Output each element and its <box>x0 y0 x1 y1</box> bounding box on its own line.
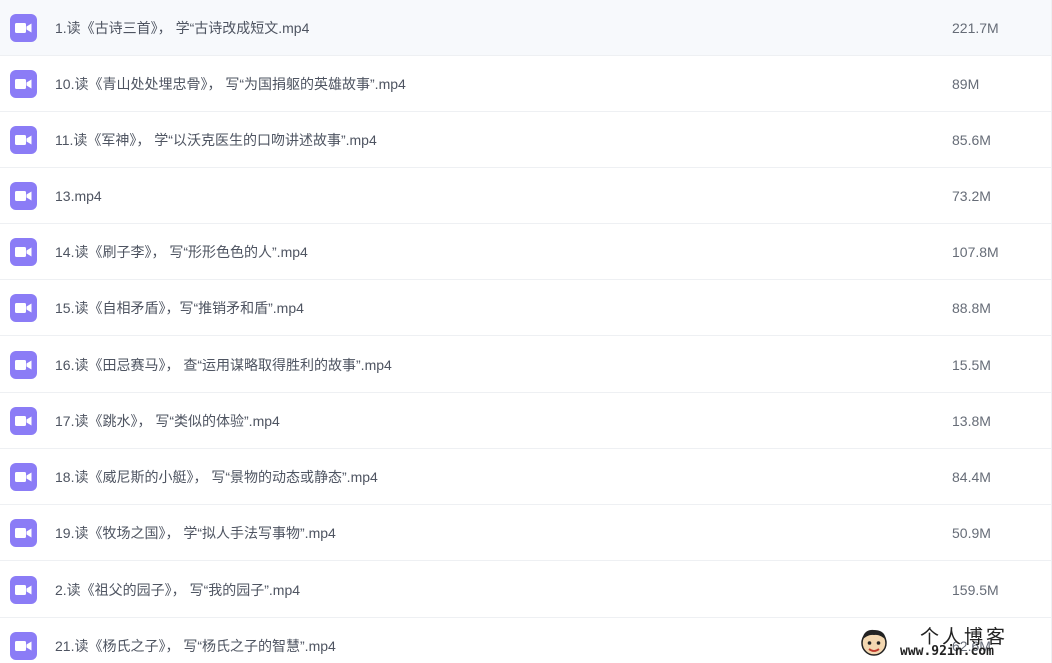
file-name[interactable]: 10.读《青山处处埋忠骨》， 写“为国捐躯的英雄故事”.mp4 <box>55 56 406 112</box>
file-size: 13.8M <box>952 413 991 429</box>
file-row[interactable]: 14.读《刷子李》， 写“形形色色的人”.mp4 107.8M <box>0 224 1051 280</box>
cartoon-face-icon <box>861 629 887 656</box>
file-row[interactable]: 18.读《威尼斯的小艇》， 写“景物的动态或静态”.mp4 84.4M <box>0 449 1051 505</box>
file-size: 84.4M <box>952 469 991 485</box>
file-size: 89M <box>952 76 980 92</box>
file-name[interactable]: 13.mp4 <box>55 168 102 224</box>
file-name[interactable]: 1.读《古诗三首》， 学“古诗改成短文.mp4 <box>55 0 309 56</box>
file-size: 88.8M <box>952 300 991 316</box>
video-file-icon <box>10 238 37 266</box>
file-row[interactable]: 13.mp4 73.2M <box>0 168 1051 224</box>
file-name[interactable]: 16.读《田忌赛马》， 查“运用谋略取得胜利的故事”.mp4 <box>55 337 392 393</box>
file-row[interactable]: 15.读《自相矛盾》，写“推销矛和盾”.mp4 88.8M <box>0 280 1051 336</box>
file-row[interactable]: 11.读《军神》， 学“以沃克医生的口吻讲述故事”.mp4 85.6M <box>0 112 1051 168</box>
file-list: 1.读《古诗三首》， 学“古诗改成短文.mp4 221.7M 10.读《青山处处… <box>0 0 1052 663</box>
file-row[interactable]: 10.读《青山处处埋忠骨》， 写“为国捐躯的英雄故事”.mp4 89M <box>0 56 1051 112</box>
file-size: 85.6M <box>952 132 991 148</box>
video-file-icon <box>10 14 37 42</box>
file-size: 159.5M <box>952 582 999 598</box>
video-file-icon <box>10 576 37 604</box>
file-name[interactable]: 17.读《跳水》， 写“类似的体验”.mp4 <box>55 393 280 449</box>
file-size: 107.8M <box>952 244 999 260</box>
video-file-icon <box>10 351 37 379</box>
file-size: 15.5M <box>952 357 991 373</box>
watermark-url: www.92in.com <box>900 644 994 659</box>
video-file-icon <box>10 632 37 660</box>
file-row[interactable]: 2.读《祖父的园子》， 写“我的园子”.mp4 159.5M <box>0 562 1051 618</box>
file-name[interactable]: 14.读《刷子李》， 写“形形色色的人”.mp4 <box>55 224 308 280</box>
video-file-icon <box>10 519 37 547</box>
file-name[interactable]: 11.读《军神》， 学“以沃克医生的口吻讲述故事”.mp4 <box>55 112 377 168</box>
file-size: 73.2M <box>952 188 991 204</box>
file-row[interactable]: 19.读《牧场之国》， 学“拟人手法写事物”.mp4 50.9M <box>0 505 1051 561</box>
file-size: 221.7M <box>952 20 999 36</box>
video-file-icon <box>10 182 37 210</box>
blog-watermark: 个人博客 www.92in.com <box>858 622 1048 662</box>
file-name[interactable]: 21.读《杨氏之子》， 写“杨氏之子的智慧”.mp4 <box>55 618 336 663</box>
video-file-icon <box>10 126 37 154</box>
file-name[interactable]: 2.读《祖父的园子》， 写“我的园子”.mp4 <box>55 562 300 618</box>
file-size: 50.9M <box>952 525 991 541</box>
file-name[interactable]: 15.读《自相矛盾》，写“推销矛和盾”.mp4 <box>55 280 304 336</box>
file-name[interactable]: 18.读《威尼斯的小艇》， 写“景物的动态或静态”.mp4 <box>55 449 378 505</box>
file-row[interactable]: 17.读《跳水》， 写“类似的体验”.mp4 13.8M <box>0 393 1051 449</box>
video-file-icon <box>10 294 37 322</box>
video-file-icon <box>10 407 37 435</box>
video-file-icon <box>10 463 37 491</box>
video-file-icon <box>10 70 37 98</box>
file-name[interactable]: 19.读《牧场之国》， 学“拟人手法写事物”.mp4 <box>55 505 336 561</box>
file-row[interactable]: 16.读《田忌赛马》， 查“运用谋略取得胜利的故事”.mp4 15.5M <box>0 337 1051 393</box>
file-row[interactable]: 1.读《古诗三首》， 学“古诗改成短文.mp4 221.7M <box>0 0 1051 56</box>
